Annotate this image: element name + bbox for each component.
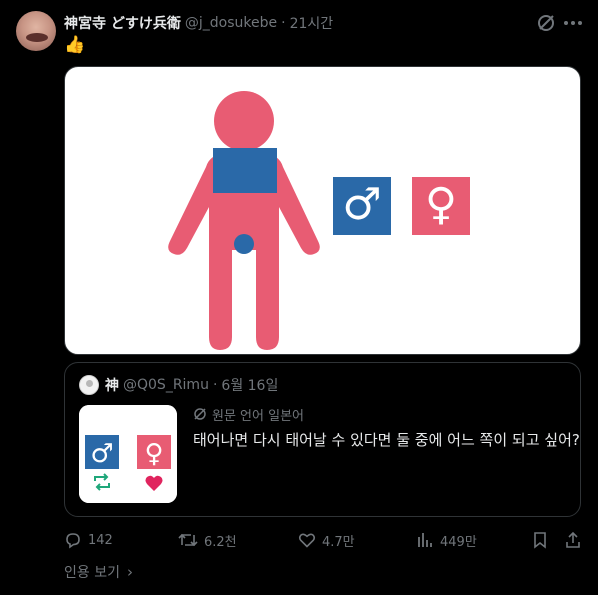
more-horizontal-icon[interactable] [562,12,584,34]
repost-button[interactable]: 6.2천 [178,529,237,551]
action-bar: 142 6.2천 4.7만 449만 [64,529,584,551]
author-avatar[interactable] [16,11,56,51]
reply-button[interactable]: 142 [64,529,113,551]
reply-count: 142 [88,532,113,548]
quoted-text: 태어나면 다시 태어날 수 있다면 둘 중에 어느 쪽이 되고 싶어? [193,431,580,449]
share-button[interactable] [564,529,588,551]
chevron-right-icon: › [126,563,133,581]
tweet-time[interactable]: 21시간 [290,13,334,33]
quoted-author-name: 神 [105,378,119,394]
quoted-image[interactable]: ♂ ♀ [79,405,177,503]
bookmark-icon [534,532,546,549]
quoted-male-symbol: ♂ [90,439,113,469]
view-quotes-label: 인용 보기 [64,565,120,581]
person-figure [168,91,320,350]
quoted-author-handle: @Q0S_Rimu [123,377,209,393]
quoted-separator: · [212,377,218,393]
views-icon [418,533,432,547]
quoted-tweet[interactable]: 神 @Q0S_Rimu · 6월 16일 ♂ ♀ 원문 언어 일본어 태어나면 … [64,362,581,517]
female-symbol-box: ♀ [412,177,470,235]
repost-icon [178,533,198,547]
share-icon [566,531,580,548]
header-separator: · [281,15,286,31]
translation-label: 원문 언어 일본어 [212,408,304,424]
translation-note[interactable]: 원문 언어 일본어 [193,405,304,424]
thumbs-up-emoji: 👍 [64,35,86,55]
views-count: 449만 [440,534,477,550]
male-symbol: ♂ [342,179,381,230]
translate-icon [194,408,206,420]
views-button[interactable]: 449만 [416,529,477,551]
female-symbol: ♀ [425,179,457,230]
like-button[interactable]: 4.7만 [298,529,355,551]
grok-icon[interactable] [536,13,556,33]
quoted-header: 神 @Q0S_Rimu · 6월 16일 [105,375,278,395]
reply-icon [66,533,80,549]
avatar-mouth [26,33,48,42]
repost-count: 6.2천 [204,534,237,550]
heart-icon [298,533,316,548]
tweet-image[interactable]: ♂ ♀ [64,66,581,355]
bookmark-button[interactable] [532,529,554,551]
tweet-header: 神宮寺 どすけ兵衛 @j_dosukebe · 21시간 [64,13,333,33]
quoted-time: 6월 16일 [221,378,279,394]
like-count: 4.7만 [322,534,355,550]
quoted-female-symbol: ♀ [144,439,163,469]
male-symbol-box: ♂ [333,177,391,235]
view-quotes-link[interactable]: 인용 보기 › [64,562,133,582]
author-handle[interactable]: @j_dosukebe [185,15,277,31]
author-name[interactable]: 神宮寺 どすけ兵衛 [64,13,181,33]
quoted-avatar[interactable] [79,375,99,395]
